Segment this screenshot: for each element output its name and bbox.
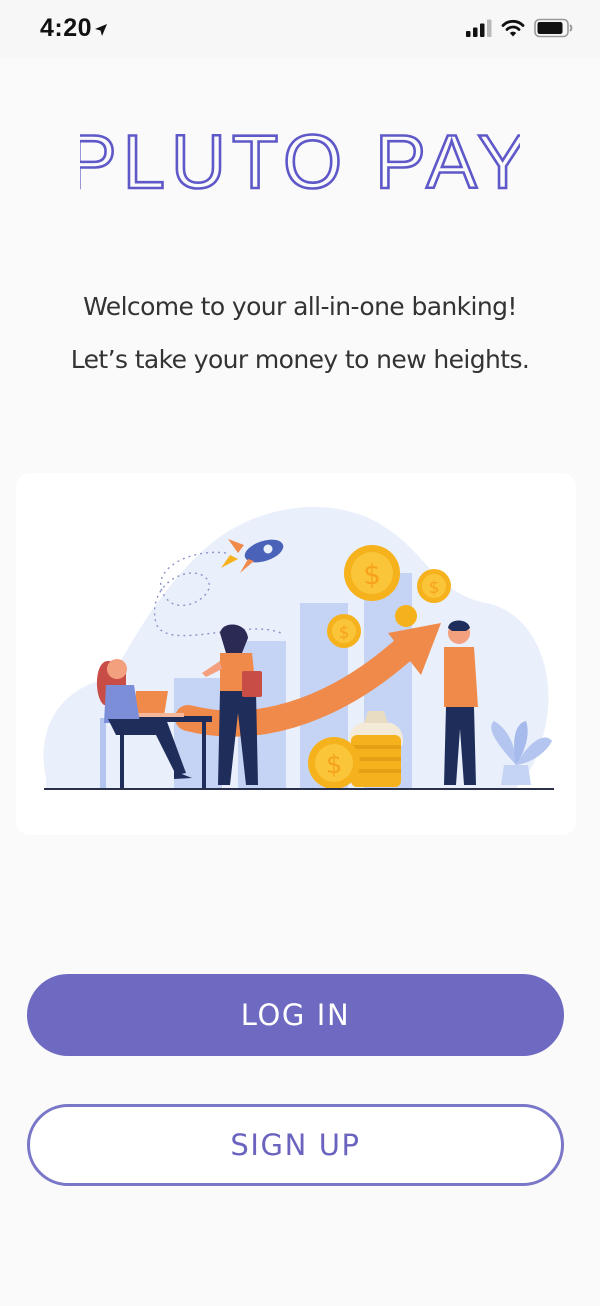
location-arrow-icon: [95, 23, 108, 36]
brand-name: PLUTO PAY: [80, 120, 520, 205]
welcome-line-1: Welcome to your all-in-one banking!: [83, 292, 517, 321]
illustration-art: $ $ $ $: [43, 506, 554, 790]
status-time: 4:20: [40, 14, 93, 42]
welcome-line-2: Let’s take your money to new heights.: [70, 345, 530, 374]
svg-text:$: $: [339, 623, 350, 643]
svg-text:$: $: [326, 750, 343, 780]
coin-icon: $: [327, 614, 361, 648]
coin-icon: $: [344, 545, 400, 601]
coin-icon: [395, 605, 417, 627]
brand-logo: PLUTO PAY: [0, 118, 600, 208]
signup-button-label: SIGN UP: [230, 1128, 361, 1162]
brand-wordmark: PLUTO PAY: [80, 119, 520, 207]
cellular-signal-icon: [466, 19, 492, 37]
wifi-icon: [501, 19, 525, 37]
signup-button[interactable]: SIGN UP: [27, 1104, 564, 1186]
login-button-label: LOG IN: [240, 998, 351, 1032]
coin-icon: $: [417, 569, 451, 603]
coin-icon: $: [308, 737, 360, 789]
status-time-group: 4:20: [40, 14, 108, 43]
status-bar: 4:20: [0, 0, 600, 58]
status-indicators: [466, 18, 574, 38]
finance-growth-illustration: $ $ $ $: [16, 473, 576, 835]
svg-text:$: $: [363, 558, 381, 591]
svg-text:$: $: [429, 578, 440, 598]
welcome-message: Welcome to your all-in-one banking! Let’…: [0, 280, 600, 386]
login-button[interactable]: LOG IN: [27, 974, 564, 1056]
battery-icon: [534, 18, 573, 38]
